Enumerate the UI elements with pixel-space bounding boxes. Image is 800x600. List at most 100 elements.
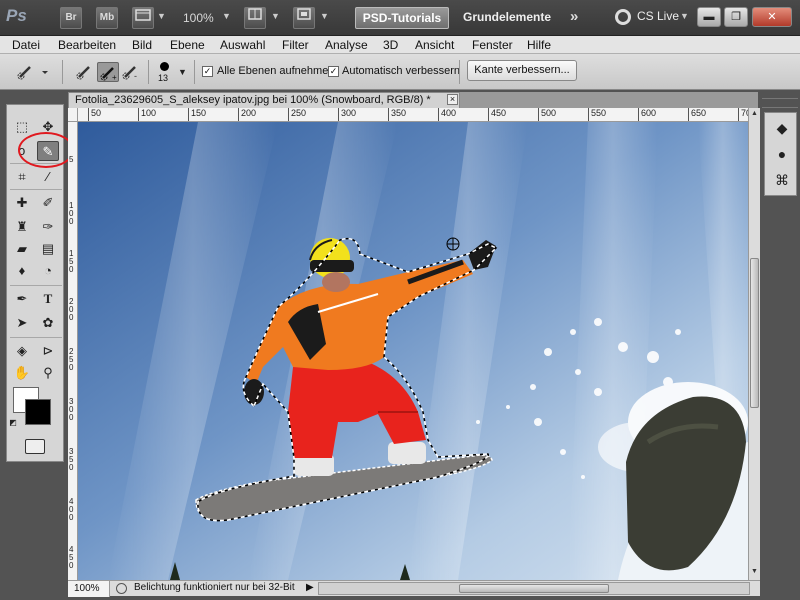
chevron-down-icon[interactable]: ▼ bbox=[222, 11, 231, 21]
menu-analyse[interactable]: Analyse bbox=[325, 38, 368, 52]
ruler-label: 350 bbox=[391, 108, 407, 118]
menu-bearbeiten[interactable]: Bearbeiten bbox=[58, 38, 116, 52]
ruler-label: 200 bbox=[241, 108, 257, 118]
vertical-ruler[interactable]: 5 1 0 0 1 5 0 2 0 0 2 5 0 3 0 0 3 5 0 4 … bbox=[68, 122, 78, 580]
pen-icon[interactable]: ✒ bbox=[11, 289, 33, 309]
vertical-scroll-thumb[interactable] bbox=[750, 258, 759, 408]
workspace-grundelemente[interactable]: Grundelemente bbox=[463, 10, 551, 24]
minimize-button[interactable]: ▬ bbox=[697, 7, 721, 27]
mini-bridge-button[interactable]: Mb bbox=[96, 7, 118, 29]
horizontal-scroll-thumb[interactable] bbox=[459, 584, 609, 593]
menu-3d[interactable]: 3D bbox=[383, 38, 398, 52]
application-bar: Ps Br Mb ▼ 100% ▼ ▼ ▼ PSD-Tutorials Grun… bbox=[0, 0, 800, 36]
channels-icon[interactable]: ● bbox=[773, 145, 791, 163]
menu-filter[interactable]: Filter bbox=[282, 38, 309, 52]
custom-shape-icon[interactable]: ✿ bbox=[37, 313, 59, 333]
ruler-label: 2 5 0 bbox=[69, 347, 74, 372]
dodge-icon[interactable]: ◔ bbox=[37, 261, 59, 281]
document-canvas[interactable] bbox=[78, 122, 748, 580]
menu-ansicht[interactable]: Ansicht bbox=[415, 38, 454, 52]
ruler-label: 400 bbox=[441, 108, 457, 118]
tool-preset-picker[interactable] bbox=[16, 63, 48, 81]
dock-grip[interactable] bbox=[762, 98, 798, 108]
chevron-down-icon[interactable]: ▼ bbox=[178, 67, 187, 77]
healing-brush-icon[interactable]: ✚ bbox=[11, 193, 33, 213]
chevron-down-icon[interactable]: ▼ bbox=[680, 11, 689, 21]
chevron-down-icon[interactable]: ▼ bbox=[271, 11, 280, 21]
ruler-label: 550 bbox=[591, 108, 607, 118]
screen-mode-button[interactable] bbox=[293, 7, 315, 29]
subtract-from-selection-brush-icon[interactable]: - bbox=[120, 62, 142, 82]
paths-icon[interactable]: ⌘ bbox=[773, 171, 791, 189]
sample-all-layers-checkbox[interactable]: ✓ bbox=[202, 66, 213, 77]
document-tab[interactable]: Fotolia_23629605_S_aleksey ipatov.jpg be… bbox=[68, 92, 460, 108]
zoom-icon[interactable]: ⚲ bbox=[37, 363, 59, 383]
ruler-origin[interactable] bbox=[68, 108, 78, 122]
menu-bild[interactable]: Bild bbox=[132, 38, 152, 52]
zoom-level[interactable]: 100% bbox=[183, 11, 214, 25]
status-info-icon[interactable] bbox=[116, 583, 127, 594]
refine-edge-button[interactable]: Kante verbessern... bbox=[467, 60, 577, 81]
3d-camera-icon[interactable]: ⊳ bbox=[37, 341, 59, 361]
menu-datei[interactable]: Datei bbox=[12, 38, 40, 52]
hand-icon[interactable]: ✋ bbox=[11, 363, 33, 383]
type-icon[interactable]: T bbox=[37, 289, 59, 309]
brush-size-value[interactable]: 13 bbox=[158, 73, 168, 83]
document-tab-bar: Fotolia_23629605_S_aleksey ipatov.jpg be… bbox=[68, 92, 758, 108]
options-bar: + - 13 ▼ ✓ Alle Ebenen aufnehmen ✓ Autom… bbox=[0, 54, 800, 90]
default-colors-icon[interactable]: ◩ bbox=[7, 417, 19, 429]
blur-icon[interactable]: ♦ bbox=[11, 261, 33, 281]
ruler-label: 300 bbox=[341, 108, 357, 118]
bridge-button[interactable]: Br bbox=[60, 7, 82, 29]
chevron-down-icon[interactable]: ▼ bbox=[320, 11, 329, 21]
history-brush-icon[interactable]: ✑ bbox=[37, 217, 59, 237]
quick-mask-button[interactable] bbox=[25, 439, 45, 454]
close-document-button[interactable]: × bbox=[447, 94, 458, 105]
status-menu-arrow-icon[interactable]: ▶ bbox=[306, 582, 314, 593]
view-extras-button[interactable] bbox=[132, 7, 154, 29]
restore-button[interactable]: ❐ bbox=[724, 7, 748, 27]
workspace-psd-tutorials-button[interactable]: PSD-Tutorials bbox=[355, 7, 449, 29]
cs-live-icon bbox=[615, 9, 631, 25]
menu-ebene[interactable]: Ebene bbox=[170, 38, 205, 52]
scroll-down-arrow-icon[interactable]: ▼ bbox=[751, 568, 758, 575]
vertical-scrollbar[interactable]: ▲ ▼ bbox=[748, 108, 760, 580]
ruler-label: 4 5 0 bbox=[69, 545, 74, 570]
eraser-icon[interactable]: ▰ bbox=[11, 239, 33, 259]
sample-all-layers-label: Alle Ebenen aufnehmen bbox=[217, 65, 335, 77]
brush-preview-icon[interactable] bbox=[160, 62, 169, 71]
brush-icon[interactable]: ✐ bbox=[37, 193, 59, 213]
menu-hilfe[interactable]: Hilfe bbox=[527, 38, 551, 52]
layers-icon[interactable]: ◆ bbox=[773, 119, 791, 137]
zoom-field[interactable]: 100% bbox=[68, 581, 110, 597]
menu-fenster[interactable]: Fenster bbox=[472, 38, 513, 52]
more-workspaces-button[interactable]: » bbox=[570, 8, 578, 25]
path-selection-icon[interactable]: ➤ bbox=[11, 313, 33, 333]
horizontal-ruler[interactable]: 50 100 150 200 250 300 350 400 450 500 5… bbox=[78, 108, 748, 122]
new-selection-brush-icon[interactable] bbox=[74, 62, 96, 82]
add-to-selection-brush-icon[interactable]: + bbox=[97, 62, 119, 82]
gradient-icon[interactable]: ▤ bbox=[37, 239, 59, 259]
clone-stamp-icon[interactable]: ♜ bbox=[11, 217, 33, 237]
chevron-down-icon[interactable]: ▼ bbox=[157, 11, 166, 21]
ruler-label: 1 0 0 bbox=[69, 201, 74, 226]
eyedropper-icon[interactable]: ⁄ bbox=[37, 167, 59, 187]
horizontal-scrollbar[interactable] bbox=[318, 582, 750, 595]
collapsed-panels: ◆ ● ⌘ bbox=[764, 112, 797, 196]
auto-enhance-checkbox[interactable]: ✓ bbox=[328, 66, 339, 77]
cs-live-button[interactable]: CS Live bbox=[637, 9, 679, 23]
background-color-swatch[interactable] bbox=[25, 399, 51, 425]
menu-auswahl[interactable]: Auswahl bbox=[220, 38, 265, 52]
scroll-up-arrow-icon[interactable]: ▲ bbox=[751, 110, 758, 117]
arrange-documents-button[interactable] bbox=[244, 7, 266, 29]
ruler-label: 3 0 0 bbox=[69, 397, 74, 422]
ruler-label: 150 bbox=[191, 108, 207, 118]
close-button[interactable]: ✕ bbox=[752, 7, 792, 27]
ruler-label: 4 0 0 bbox=[69, 497, 74, 522]
3d-rotate-icon[interactable]: ◈ bbox=[11, 341, 33, 361]
right-panel-dock: ◆ ● ⌘ bbox=[762, 92, 800, 600]
svg-text:-: - bbox=[134, 71, 137, 81]
crop-icon[interactable]: ⌗ bbox=[11, 167, 33, 187]
menu-bar: Datei Bearbeiten Bild Ebene Auswahl Filt… bbox=[0, 36, 800, 54]
ruler-label: 2 0 0 bbox=[69, 297, 74, 322]
